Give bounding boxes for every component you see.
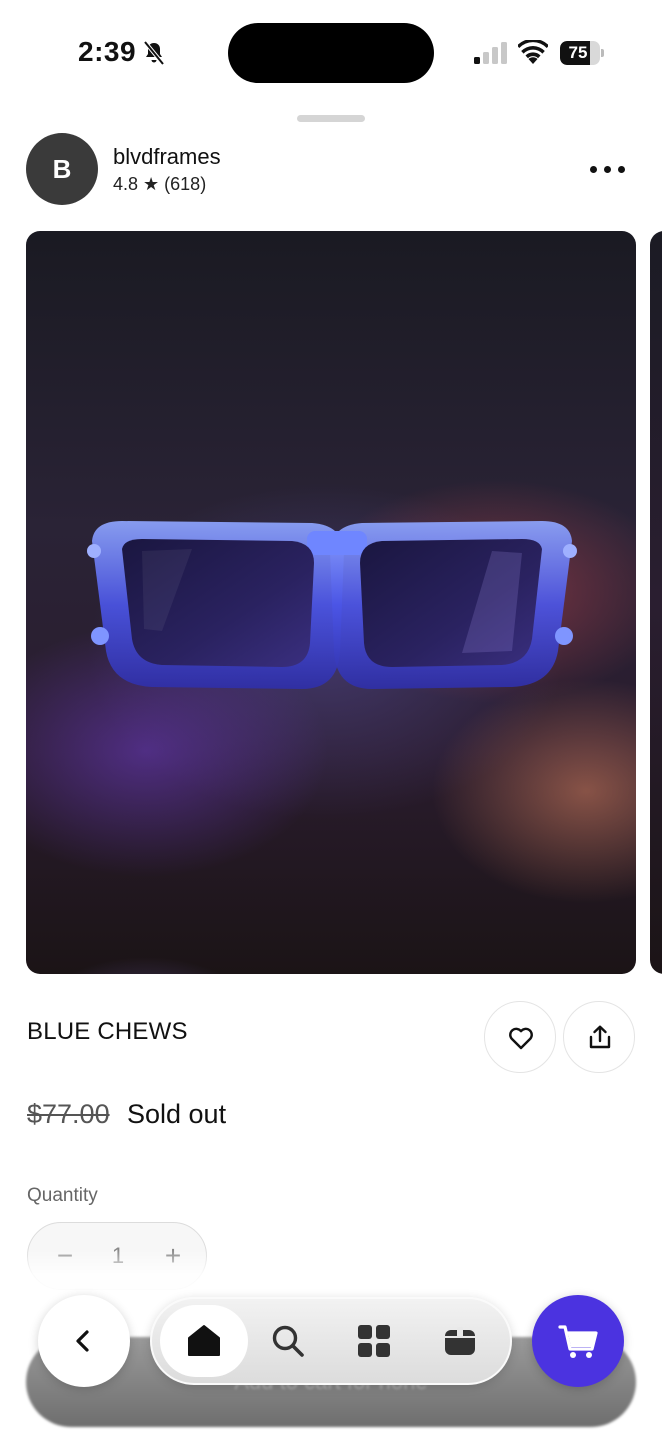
status-bar: 2:39 75 <box>0 0 662 100</box>
share-button[interactable] <box>563 1001 635 1073</box>
original-price: $77.00 <box>27 1099 110 1129</box>
wifi-icon <box>518 40 548 64</box>
shop-rating: 4.8 ★ (618) <box>113 174 207 194</box>
shop-avatar[interactable]: B <box>26 133 98 205</box>
status-time: 2:39 <box>78 36 137 67</box>
battery-percent: 75 <box>568 43 588 62</box>
cart-count-badge: 9 <box>575 1331 583 1346</box>
favorite-button[interactable] <box>484 1001 556 1073</box>
grid-icon[interactable] <box>356 1323 392 1359</box>
share-icon <box>589 1025 611 1049</box>
availability-status: Sold out <box>127 1099 227 1129</box>
shop-name[interactable]: blvdframes <box>113 144 221 170</box>
bell-slash-icon <box>143 40 165 66</box>
dynamic-island <box>228 23 434 83</box>
search-icon[interactable] <box>270 1323 306 1359</box>
product-title: BLUE CHEWS <box>27 1018 188 1045</box>
product-image[interactable] <box>26 231 636 974</box>
back-button[interactable] <box>38 1295 130 1387</box>
home-icon <box>188 1325 220 1356</box>
more-options-button[interactable] <box>586 154 630 184</box>
heart-icon <box>509 1027 533 1050</box>
cart-button[interactable]: 9 <box>532 1295 624 1387</box>
battery-indicator: 75 <box>560 41 604 65</box>
cellular-signal-icon <box>474 42 507 64</box>
box-icon[interactable] <box>442 1323 478 1359</box>
nav-home-button[interactable] <box>160 1305 248 1377</box>
bottom-nav <box>150 1297 512 1385</box>
sunglasses-image <box>87 521 577 689</box>
quantity-label: Quantity <box>27 1185 98 1206</box>
sheet-grabber[interactable] <box>297 115 365 122</box>
next-product-image[interactable] <box>650 231 662 974</box>
chevron-left-icon <box>76 1330 89 1352</box>
